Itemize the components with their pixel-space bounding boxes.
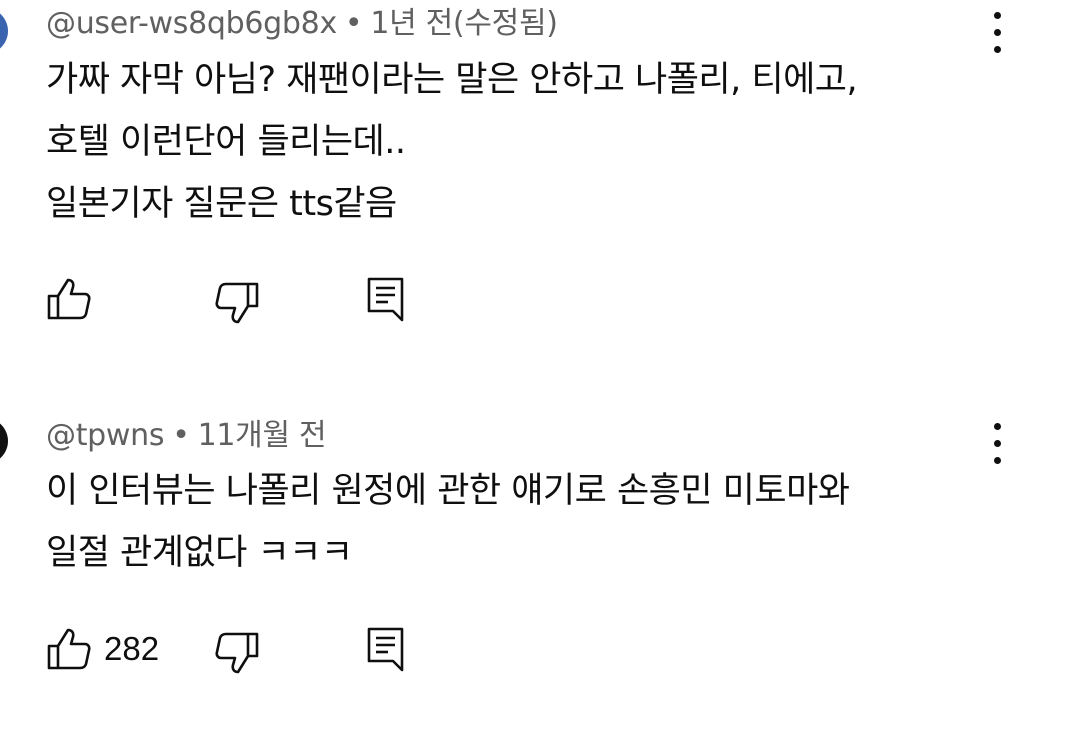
meta-separator: • bbox=[344, 6, 363, 41]
meta-separator: • bbox=[172, 418, 190, 453]
like-button[interactable] bbox=[46, 276, 96, 326]
dislike-button[interactable] bbox=[214, 280, 264, 330]
comment-author[interactable]: @user-ws8qb6gb8x bbox=[46, 6, 337, 41]
comment: @tpwns • 11개월 전 이 인터뷰는 나폴리 원정에 관한 얘기로 손흥민 … bbox=[0, 400, 1070, 752]
more-vertical-icon[interactable] bbox=[978, 10, 1018, 56]
thumbs-up-icon bbox=[47, 628, 91, 670]
thumbs-down-icon bbox=[215, 632, 259, 674]
comment-author[interactable]: @tpwns bbox=[46, 418, 164, 453]
comment-text: 이 인터뷰는 나폴리 원정에 관한 얘기로 손흥민 미토마와 일절 관계없다 ㅋ… bbox=[46, 460, 850, 584]
reply-button[interactable] bbox=[366, 626, 416, 676]
comment-text: 가짜 자막 아님? 재팬이라는 말은 안하고 나폴리, 티에고, 호텔 이런단어… bbox=[46, 49, 858, 235]
comment-time: 11개월 전 bbox=[197, 418, 327, 453]
reply-icon bbox=[367, 627, 404, 672]
comment-time: 1년 전(수정됨) bbox=[370, 6, 558, 41]
comment-line: 일절 관계없다 ㅋㅋㅋ bbox=[46, 533, 353, 573]
comment-meta: @user-ws8qb6gb8x • 1년 전(수정됨) bbox=[46, 0, 558, 42]
reply-button[interactable] bbox=[366, 276, 416, 326]
more-vertical-icon[interactable] bbox=[978, 421, 1018, 467]
comment-line: 호텔 이런단어 들리는데.. bbox=[46, 122, 406, 162]
comment-meta: @tpwns • 11개월 전 bbox=[46, 410, 327, 454]
dislike-button[interactable] bbox=[214, 630, 264, 680]
avatar[interactable] bbox=[0, 8, 8, 54]
thumbs-down-icon bbox=[215, 282, 259, 324]
comment-line: 가짜 자막 아님? 재팬이라는 말은 안하고 나폴리, 티에고, bbox=[46, 60, 858, 100]
comment-line: 일본기자 질문은 tts같음 bbox=[46, 184, 397, 224]
reply-icon bbox=[367, 277, 404, 322]
avatar[interactable] bbox=[0, 418, 8, 464]
thumbs-up-icon bbox=[47, 278, 91, 320]
like-button[interactable]: 282 bbox=[46, 626, 186, 676]
comment: @user-ws8qb6gb8x • 1년 전(수정됨) 가짜 자막 아님? 재팬이… bbox=[0, 0, 1070, 340]
like-count: 282 bbox=[104, 630, 160, 667]
comment-line: 이 인터뷰는 나폴리 원정에 관한 얘기로 손흥민 미토마와 bbox=[46, 471, 850, 511]
